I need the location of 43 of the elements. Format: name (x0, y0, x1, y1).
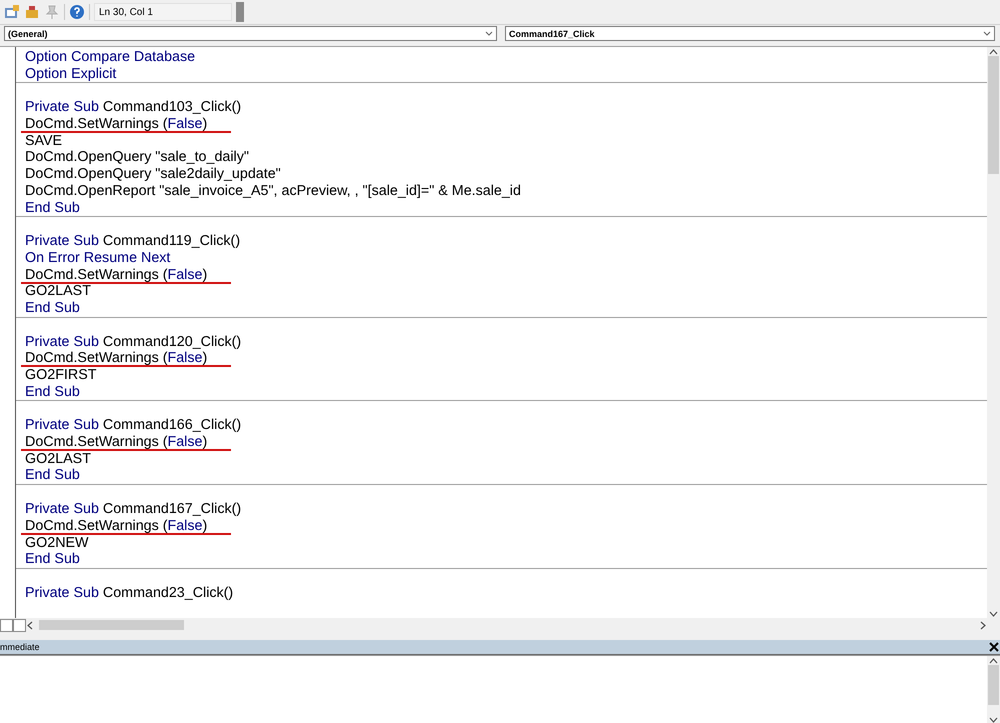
code-line: Private Sub Command120_Click() (25, 334, 242, 350)
code-line: End Sub (25, 467, 80, 484)
code-line: SAVE (25, 132, 62, 149)
properties-icon[interactable] (4, 4, 20, 20)
code-line: Private Sub Command119_Click() (25, 233, 240, 250)
code-line: GO2LAST (25, 450, 91, 467)
full-module-view-button[interactable] (13, 618, 26, 632)
close-icon[interactable] (988, 641, 1000, 653)
dropdown[interactable]: (General) (4, 26, 497, 41)
toolbar-grip[interactable] (236, 2, 244, 22)
code-line: End Sub (25, 551, 80, 568)
code-line: Private Sub Command23_Click() (25, 584, 234, 601)
code-line: Private Sub Command167_Click() (25, 501, 242, 518)
dropdown[interactable]: Command167_Click (505, 26, 995, 41)
code-line: DoCmd.OpenQuery "sale2daily_update" (25, 166, 281, 182)
code-line: End Sub (25, 300, 80, 316)
underlined-code-line: DoCmd.SetWarnings (False) (21, 266, 232, 284)
cursor-position: Ln 30, Col 1 (94, 3, 232, 21)
code-line: Option Compare Database (25, 49, 196, 65)
help-icon[interactable] (69, 4, 85, 20)
code-line: DoCmd.OpenQuery "sale_to_daily" (25, 149, 249, 166)
underlined-code-line: DoCmd.SetWarnings (False) (21, 434, 232, 452)
scrollbar-thumb[interactable] (39, 620, 184, 630)
underlined-code-line: DoCmd.SetWarnings (False) (21, 518, 232, 535)
code-line: GO2LAST (25, 283, 91, 300)
scrollbar-thumb[interactable] (988, 665, 999, 705)
code-line: End Sub (25, 200, 80, 216)
code-line: End Sub (25, 384, 80, 400)
code-line: On Error Resume Next (25, 250, 170, 266)
underlined-code-line: DoCmd.SetWarnings (False) (21, 350, 232, 368)
underlined-code-line: DoCmd.SetWarnings (False) (21, 116, 232, 134)
code-line: Private Sub Command166_Click() (25, 417, 242, 434)
dropdown-caret-icon[interactable] (983, 30, 991, 36)
toolbox-icon[interactable] (24, 4, 40, 20)
code-line: DoCmd.OpenReport "sale_invoice_A5", acPreview, , "[sale_id]=" & Me.sale_id (25, 182, 521, 199)
dropdown-caret-icon[interactable] (485, 30, 493, 36)
code-line: Private Sub Command103_Click() (25, 99, 242, 116)
procedure-view-button[interactable] (0, 618, 13, 632)
scrollbar-thumb[interactable] (988, 56, 999, 174)
code-line: Option Explicit (25, 66, 116, 82)
code-line: GO2NEW (25, 534, 89, 550)
code-line: GO2FIRST (25, 367, 96, 383)
pane-title: mmediate (0, 642, 40, 652)
